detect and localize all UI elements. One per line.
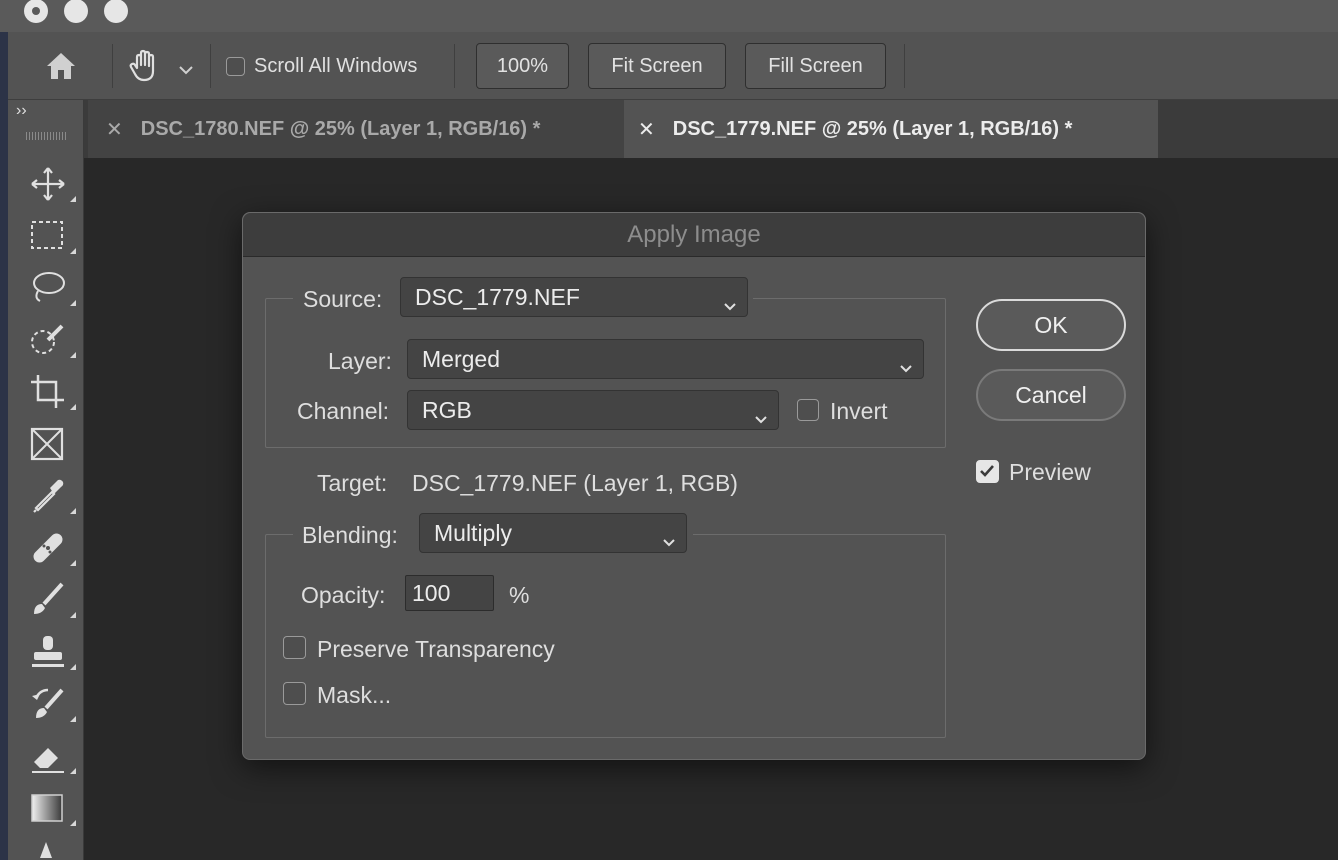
layer-select[interactable]: Merged [407, 339, 924, 379]
chevron-down-icon [662, 527, 676, 554]
layer-label: Layer: [328, 348, 392, 374]
blur-tool-icon [40, 842, 52, 858]
tab-dsc-1780[interactable]: ✕ DSC_1780.NEF @ 25% (Layer 1, RGB/16) * [88, 100, 624, 158]
zoom-100-button[interactable]: 100% [476, 43, 569, 89]
crop-tool-icon [31, 375, 64, 408]
gradient-tool[interactable] [28, 788, 78, 828]
tab-label: DSC_1780.NEF @ 25% (Layer 1, RGB/16) * [140, 117, 541, 140]
mask-checkbox[interactable] [283, 682, 306, 705]
document-tab-bar: ✕ DSC_1780.NEF @ 25% (Layer 1, RGB/16) *… [84, 100, 1338, 158]
lasso-tool[interactable] [28, 268, 78, 308]
minimize-window-button[interactable] [64, 0, 88, 23]
eraser-tool[interactable] [28, 736, 78, 776]
move-tool-icon [31, 167, 65, 201]
chevron-down-icon[interactable] [178, 62, 194, 80]
brush-tool-icon [34, 582, 64, 614]
opacity-unit: % [509, 582, 530, 608]
close-window-button[interactable] [24, 0, 48, 23]
zoom-window-button[interactable] [104, 0, 128, 23]
home-icon[interactable] [44, 50, 78, 87]
frame-tool-icon [30, 427, 64, 461]
tab-dsc-1779[interactable]: ✕ DSC_1779.NEF @ 25% (Layer 1, RGB/16) * [624, 100, 1158, 158]
target-value: DSC_1779.NEF (Layer 1, RGB) [412, 470, 738, 496]
chevron-down-icon [723, 291, 737, 318]
clone-stamp-tool[interactable] [28, 632, 78, 672]
frame-tool[interactable] [28, 424, 78, 464]
ok-button[interactable]: OK [976, 299, 1126, 351]
history-brush-tool[interactable] [28, 684, 78, 724]
eraser-tool-icon [32, 748, 64, 773]
healing-brush-tool[interactable] [28, 528, 78, 568]
close-tab-icon[interactable]: ✕ [106, 117, 123, 142]
mask-label: Mask... [317, 682, 392, 708]
hand-tool-icon[interactable] [128, 48, 162, 89]
marquee-tool-icon [31, 221, 63, 249]
marquee-tool[interactable] [28, 216, 78, 256]
dialog-title: Apply Image [243, 213, 1145, 257]
chevron-down-icon [899, 353, 913, 380]
target-label: Target: [317, 470, 388, 496]
tab-label: DSC_1779.NEF @ 25% (Layer 1, RGB/16) * [672, 117, 1073, 140]
channel-value: RGB [422, 396, 472, 423]
fit-screen-button[interactable]: Fit Screen [588, 43, 726, 89]
source-label: Source: [303, 286, 383, 312]
quick-selection-tool-icon [31, 324, 64, 354]
source-value: DSC_1779.NEF [415, 283, 580, 310]
cancel-button[interactable]: Cancel [976, 369, 1126, 421]
window-title-bar [0, 0, 1338, 32]
checkmark-icon [980, 465, 994, 477]
history-brush-tool-icon [32, 688, 64, 718]
crop-tool[interactable] [28, 372, 78, 412]
opacity-label: Opacity: [301, 582, 386, 608]
fill-screen-button[interactable]: Fill Screen [745, 43, 886, 89]
blur-tool[interactable] [28, 838, 78, 860]
gradient-tool-icon [31, 794, 63, 822]
toolbox-panel: ›› [8, 100, 84, 860]
apply-image-dialog: Apply Image Source: DSC_1779.NEF Layer: … [242, 212, 1146, 760]
channel-label: Channel: [297, 398, 390, 424]
quick-selection-tool[interactable] [28, 320, 78, 360]
move-tool[interactable] [28, 164, 78, 204]
channel-select[interactable]: RGB [407, 390, 779, 430]
preserve-transparency-checkbox[interactable] [283, 636, 306, 659]
healing-brush-tool-icon [33, 533, 63, 563]
brush-tool[interactable] [28, 580, 78, 620]
scroll-all-windows-label: Scroll All Windows [254, 55, 418, 77]
lasso-tool-icon [33, 272, 65, 302]
preview-label: Preview [1009, 459, 1091, 485]
eyedropper-tool-icon [33, 479, 64, 513]
clone-stamp-tool-icon [32, 636, 64, 667]
source-select[interactable]: DSC_1779.NEF [400, 277, 748, 317]
scroll-all-windows-checkbox[interactable] [226, 57, 245, 76]
blending-label: Blending: [302, 522, 398, 548]
close-tab-icon[interactable]: ✕ [638, 117, 655, 142]
preserve-transparency-label: Preserve Transparency [317, 636, 555, 662]
invert-label: Invert [830, 398, 888, 424]
options-bar: Scroll All Windows 100% Fit Screen Fill … [8, 32, 1338, 100]
layer-value: Merged [422, 345, 500, 372]
blending-select[interactable]: Multiply [419, 513, 687, 553]
desktop-edge [0, 32, 8, 860]
preview-checkbox[interactable] [976, 460, 999, 483]
toolbox-grip[interactable] [26, 132, 66, 140]
eyedropper-tool[interactable] [28, 476, 78, 516]
panel-collapse-icon[interactable]: ›› [16, 102, 27, 120]
invert-checkbox[interactable] [797, 399, 819, 421]
opacity-input[interactable]: 100 [405, 575, 494, 611]
chevron-down-icon [754, 404, 768, 431]
blending-value: Multiply [434, 519, 512, 546]
